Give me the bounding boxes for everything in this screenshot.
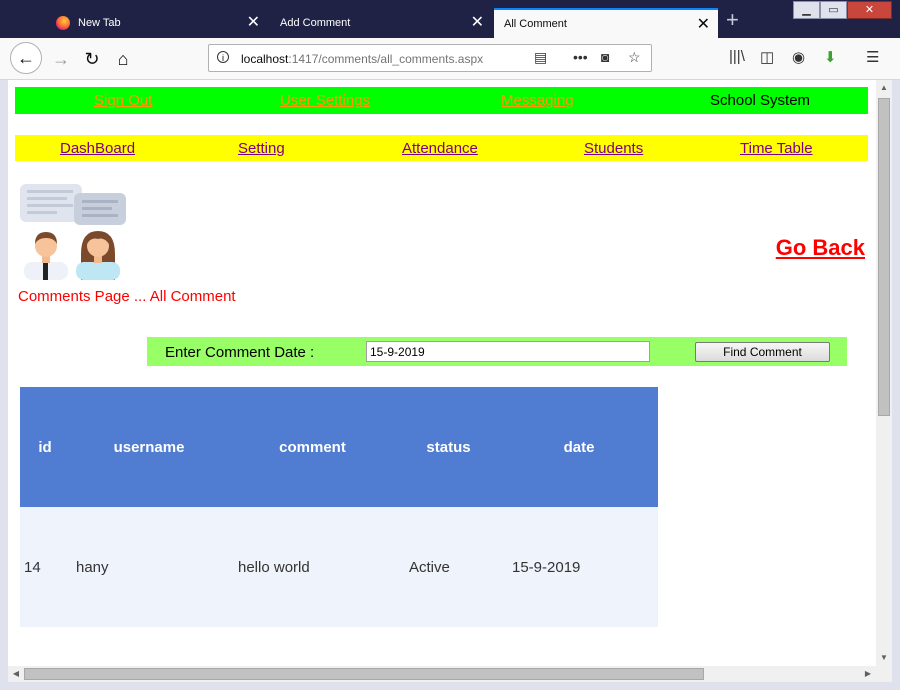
- column-header-date: date: [500, 387, 658, 507]
- speech-bubble-icon: [20, 184, 82, 222]
- scroll-up-icon[interactable]: ▲: [876, 80, 892, 96]
- tab-label: All Comment: [504, 18, 567, 30]
- scrollbar-thumb[interactable]: [24, 668, 704, 680]
- search-panel: Enter Comment Date : Find Comment: [147, 337, 847, 366]
- horizontal-scrollbar[interactable]: ◀ ▶: [8, 666, 876, 682]
- go-back-link[interactable]: Go Back: [776, 235, 865, 261]
- comment-date-label: Enter Comment Date :: [165, 344, 315, 361]
- library-icon[interactable]: |||\: [729, 48, 745, 65]
- main-nav: DashBoard Setting Attendance Students Ti…: [15, 135, 868, 161]
- cell-status: Active: [397, 507, 500, 627]
- forward-icon[interactable]: →: [46, 44, 76, 74]
- tab-label: Add Comment: [280, 17, 351, 29]
- browser-toolbar: ← → ↻ ⌂ i localhost:1417/comments/all_co…: [0, 38, 900, 80]
- nav-time-table[interactable]: Time Table: [740, 140, 813, 157]
- download-icon[interactable]: ⬇: [824, 48, 837, 66]
- pocket-icon[interactable]: ◙: [601, 49, 609, 65]
- man-icon: [24, 232, 68, 280]
- page-viewport: Sign Out User Settings Messaging School …: [8, 80, 876, 666]
- url-text[interactable]: localhost:1417/comments/all_comments.asp…: [241, 52, 483, 66]
- messaging-link[interactable]: Messaging: [501, 92, 574, 109]
- reload-icon[interactable]: ↻: [77, 44, 107, 74]
- woman-icon: [76, 231, 120, 280]
- cell-id: 14: [20, 507, 70, 627]
- nav-attendance[interactable]: Attendance: [402, 140, 478, 157]
- account-icon[interactable]: ◉: [792, 48, 805, 66]
- sign-out-link[interactable]: Sign Out: [94, 92, 152, 109]
- page-title: Comments Page ... All Comment: [18, 288, 236, 305]
- top-nav: Sign Out User Settings Messaging School …: [15, 87, 868, 114]
- reader-view-icon[interactable]: ▤: [534, 49, 547, 66]
- tab-add-comment[interactable]: Add Comment ✕: [270, 8, 492, 38]
- window-frame: [892, 80, 900, 690]
- close-tab-icon[interactable]: ✕: [247, 15, 260, 31]
- more-icon[interactable]: •••: [573, 49, 588, 65]
- vertical-scrollbar[interactable]: ▲ ▼: [876, 80, 892, 666]
- scrollbar-corner: [876, 666, 892, 682]
- menu-icon[interactable]: ☰: [866, 48, 879, 66]
- brand-text: School System: [710, 92, 811, 109]
- column-header-status: status: [397, 387, 500, 507]
- tab-all-comment[interactable]: All Comment ✕: [494, 8, 718, 38]
- title-bar: New Tab ✕ Add Comment ✕ All Comment ✕ + …: [0, 0, 900, 38]
- firefox-icon: [56, 16, 70, 30]
- cell-date: 15-9-2019: [500, 507, 658, 627]
- tab-new-tab[interactable]: New Tab ✕: [46, 8, 268, 38]
- scrollbar-thumb[interactable]: [878, 98, 890, 416]
- minimize-button[interactable]: ▁: [793, 1, 820, 19]
- window-frame: [0, 682, 900, 690]
- cell-username: hany: [70, 507, 228, 627]
- url-bar[interactable]: i localhost:1417/comments/all_comments.a…: [208, 44, 652, 72]
- scroll-right-icon[interactable]: ▶: [860, 666, 876, 682]
- maximize-button[interactable]: ▭: [820, 1, 847, 19]
- table-row: 14 hany hello world Active 15-9-2019: [20, 507, 658, 627]
- close-tab-icon[interactable]: ✕: [697, 17, 710, 33]
- find-comment-button[interactable]: Find Comment: [695, 342, 830, 362]
- comments-illustration: [20, 184, 126, 280]
- sidebar-icon[interactable]: ◫: [760, 48, 774, 66]
- user-settings-link[interactable]: User Settings: [280, 92, 370, 109]
- scroll-left-icon[interactable]: ◀: [8, 666, 24, 682]
- column-header-username: username: [70, 387, 228, 507]
- window-frame: [0, 80, 8, 690]
- close-window-button[interactable]: ✕: [847, 1, 892, 19]
- comments-table: id username comment status date 14 hany …: [20, 387, 658, 627]
- nav-students[interactable]: Students: [584, 140, 643, 157]
- bookmark-star-icon[interactable]: ☆: [628, 49, 641, 66]
- cell-comment: hello world: [228, 507, 397, 627]
- tab-label: New Tab: [78, 17, 121, 29]
- scroll-down-icon[interactable]: ▼: [876, 650, 892, 666]
- comment-date-input[interactable]: [366, 341, 650, 362]
- new-tab-icon[interactable]: +: [726, 9, 739, 31]
- column-header-comment: comment: [228, 387, 397, 507]
- nav-dashboard[interactable]: DashBoard: [60, 140, 135, 157]
- info-icon[interactable]: i: [217, 51, 229, 63]
- close-tab-icon[interactable]: ✕: [471, 15, 484, 31]
- nav-setting[interactable]: Setting: [238, 140, 285, 157]
- back-icon[interactable]: ←: [10, 42, 42, 74]
- table-header-row: id username comment status date: [20, 387, 658, 507]
- column-header-id: id: [20, 387, 70, 507]
- home-icon[interactable]: ⌂: [108, 44, 138, 74]
